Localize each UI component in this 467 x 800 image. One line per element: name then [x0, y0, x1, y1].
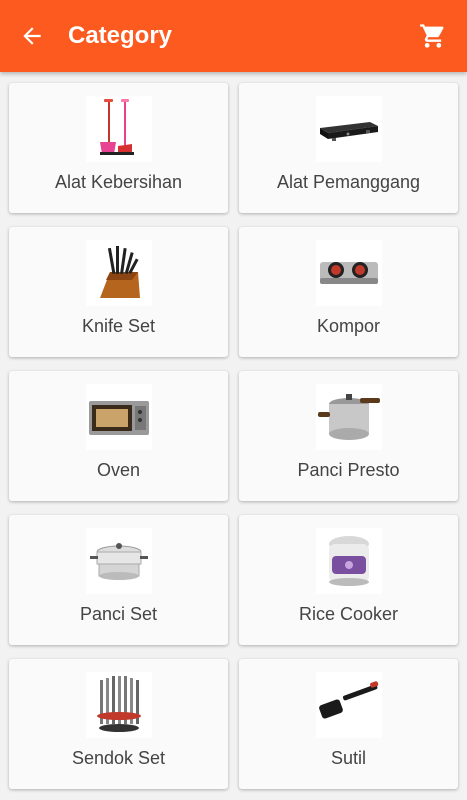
category-label: Sendok Set	[71, 748, 166, 768]
category-grid: Alat Kebersihan Alat Pemanggang Knife Se…	[9, 83, 459, 789]
category-card-oven[interactable]: Oven	[9, 371, 228, 501]
category-label: Alat Kebersihan	[54, 172, 183, 192]
stove-image	[315, 240, 382, 306]
category-card-alat-kebersihan[interactable]: Alat Kebersihan	[9, 83, 228, 213]
category-label: Rice Cooker	[298, 604, 399, 624]
spatula-image	[315, 672, 382, 738]
cart-button[interactable]	[415, 18, 451, 54]
cleaning-tools-image	[85, 96, 152, 162]
category-card-panci-presto[interactable]: Panci Presto	[239, 371, 458, 501]
category-label: Sutil	[330, 748, 366, 768]
app-bar: Category	[0, 0, 467, 72]
grill-image	[315, 96, 382, 162]
category-label: Panci Presto	[297, 460, 400, 480]
knife-set-image	[85, 240, 152, 306]
oven-image	[85, 384, 152, 450]
category-card-alat-pemanggang[interactable]: Alat Pemanggang	[239, 83, 458, 213]
pressure-cooker-image	[315, 384, 382, 450]
page-title: Category	[68, 22, 173, 49]
category-card-rice-cooker[interactable]: Rice Cooker	[239, 515, 458, 645]
category-card-sutil[interactable]: Sutil	[239, 659, 458, 789]
category-label: Oven	[96, 460, 141, 480]
arrow-back-icon	[23, 27, 41, 45]
category-card-kompor[interactable]: Kompor	[239, 227, 458, 357]
category-label: Panci Set	[79, 604, 158, 624]
category-label: Knife Set	[81, 316, 156, 336]
back-button[interactable]	[14, 18, 50, 54]
rice-cooker-image	[315, 528, 382, 594]
spoon-set-image	[85, 672, 152, 738]
category-label: Alat Pemanggang	[276, 172, 421, 192]
pot-set-image	[85, 528, 152, 594]
category-card-knife-set[interactable]: Knife Set	[9, 227, 228, 357]
shopping-cart-icon	[420, 24, 444, 48]
category-card-sendok-set[interactable]: Sendok Set	[9, 659, 228, 789]
category-card-panci-set[interactable]: Panci Set	[9, 515, 228, 645]
category-label: Kompor	[316, 316, 381, 336]
